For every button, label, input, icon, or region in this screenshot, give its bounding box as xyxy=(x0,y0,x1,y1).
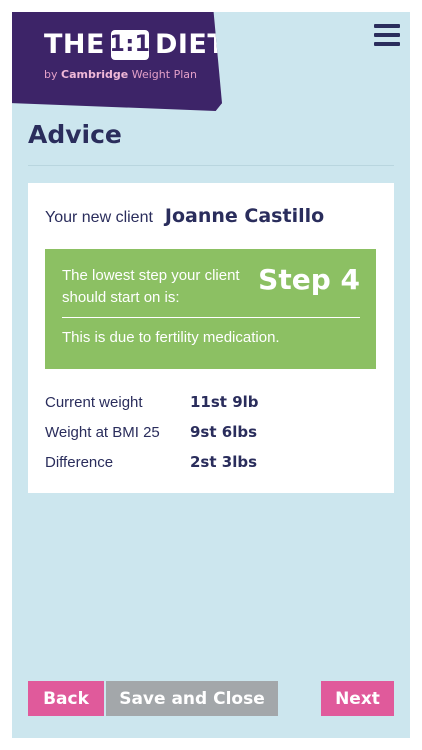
logo-title: THE 1:1 DIET xyxy=(44,29,227,60)
title-divider xyxy=(28,165,394,166)
stat-value: 9st 6lbs xyxy=(190,423,258,441)
client-row: Your new client Joanne Castillo xyxy=(45,205,324,227)
brand-logo: THE 1:1 DIET by Cambridge Weight Plan xyxy=(12,12,222,111)
stat-row-current-weight: Current weight 11st 9lb xyxy=(45,387,259,417)
save-and-close-button[interactable]: Save and Close xyxy=(106,681,278,716)
stat-label: Current weight xyxy=(45,393,143,411)
next-button[interactable]: Next xyxy=(321,681,394,716)
hamburger-menu-icon[interactable] xyxy=(374,24,400,46)
weight-stats: Current weight 11st 9lb Weight at BMI 25… xyxy=(45,387,259,477)
back-button[interactable]: Back xyxy=(28,681,104,716)
logo-mark: 1:1 xyxy=(110,29,150,60)
logo-title-pre: THE xyxy=(44,29,105,60)
stat-label: Weight at BMI 25 xyxy=(45,423,160,441)
advice-card: Your new client Joanne Castillo The lowe… xyxy=(28,183,394,493)
step-recommendation-box: The lowest step your client should start… xyxy=(45,249,376,369)
step-divider xyxy=(62,317,360,318)
step-number: Step 4 xyxy=(258,263,360,296)
app-screen: THE 1:1 DIET by Cambridge Weight Plan Ad… xyxy=(12,12,410,738)
client-label: Your new client xyxy=(45,209,153,226)
stat-label: Difference xyxy=(45,453,114,471)
step-reason: This is due to fertility medication. xyxy=(62,329,280,346)
client-name: Joanne Castillo xyxy=(164,205,325,227)
stat-row-weight-bmi25: Weight at BMI 25 9st 6lbs xyxy=(45,417,259,447)
stat-value: 11st 9lb xyxy=(190,393,259,411)
page-title: Advice xyxy=(28,120,122,149)
stat-value: 2st 3lbs xyxy=(190,453,258,471)
stat-row-difference: Difference 2st 3lbs xyxy=(45,447,259,477)
logo-subtitle: by Cambridge Weight Plan xyxy=(44,68,197,81)
logo-title-post: DIET xyxy=(154,29,227,60)
step-description: The lowest step your client should start… xyxy=(62,267,240,306)
